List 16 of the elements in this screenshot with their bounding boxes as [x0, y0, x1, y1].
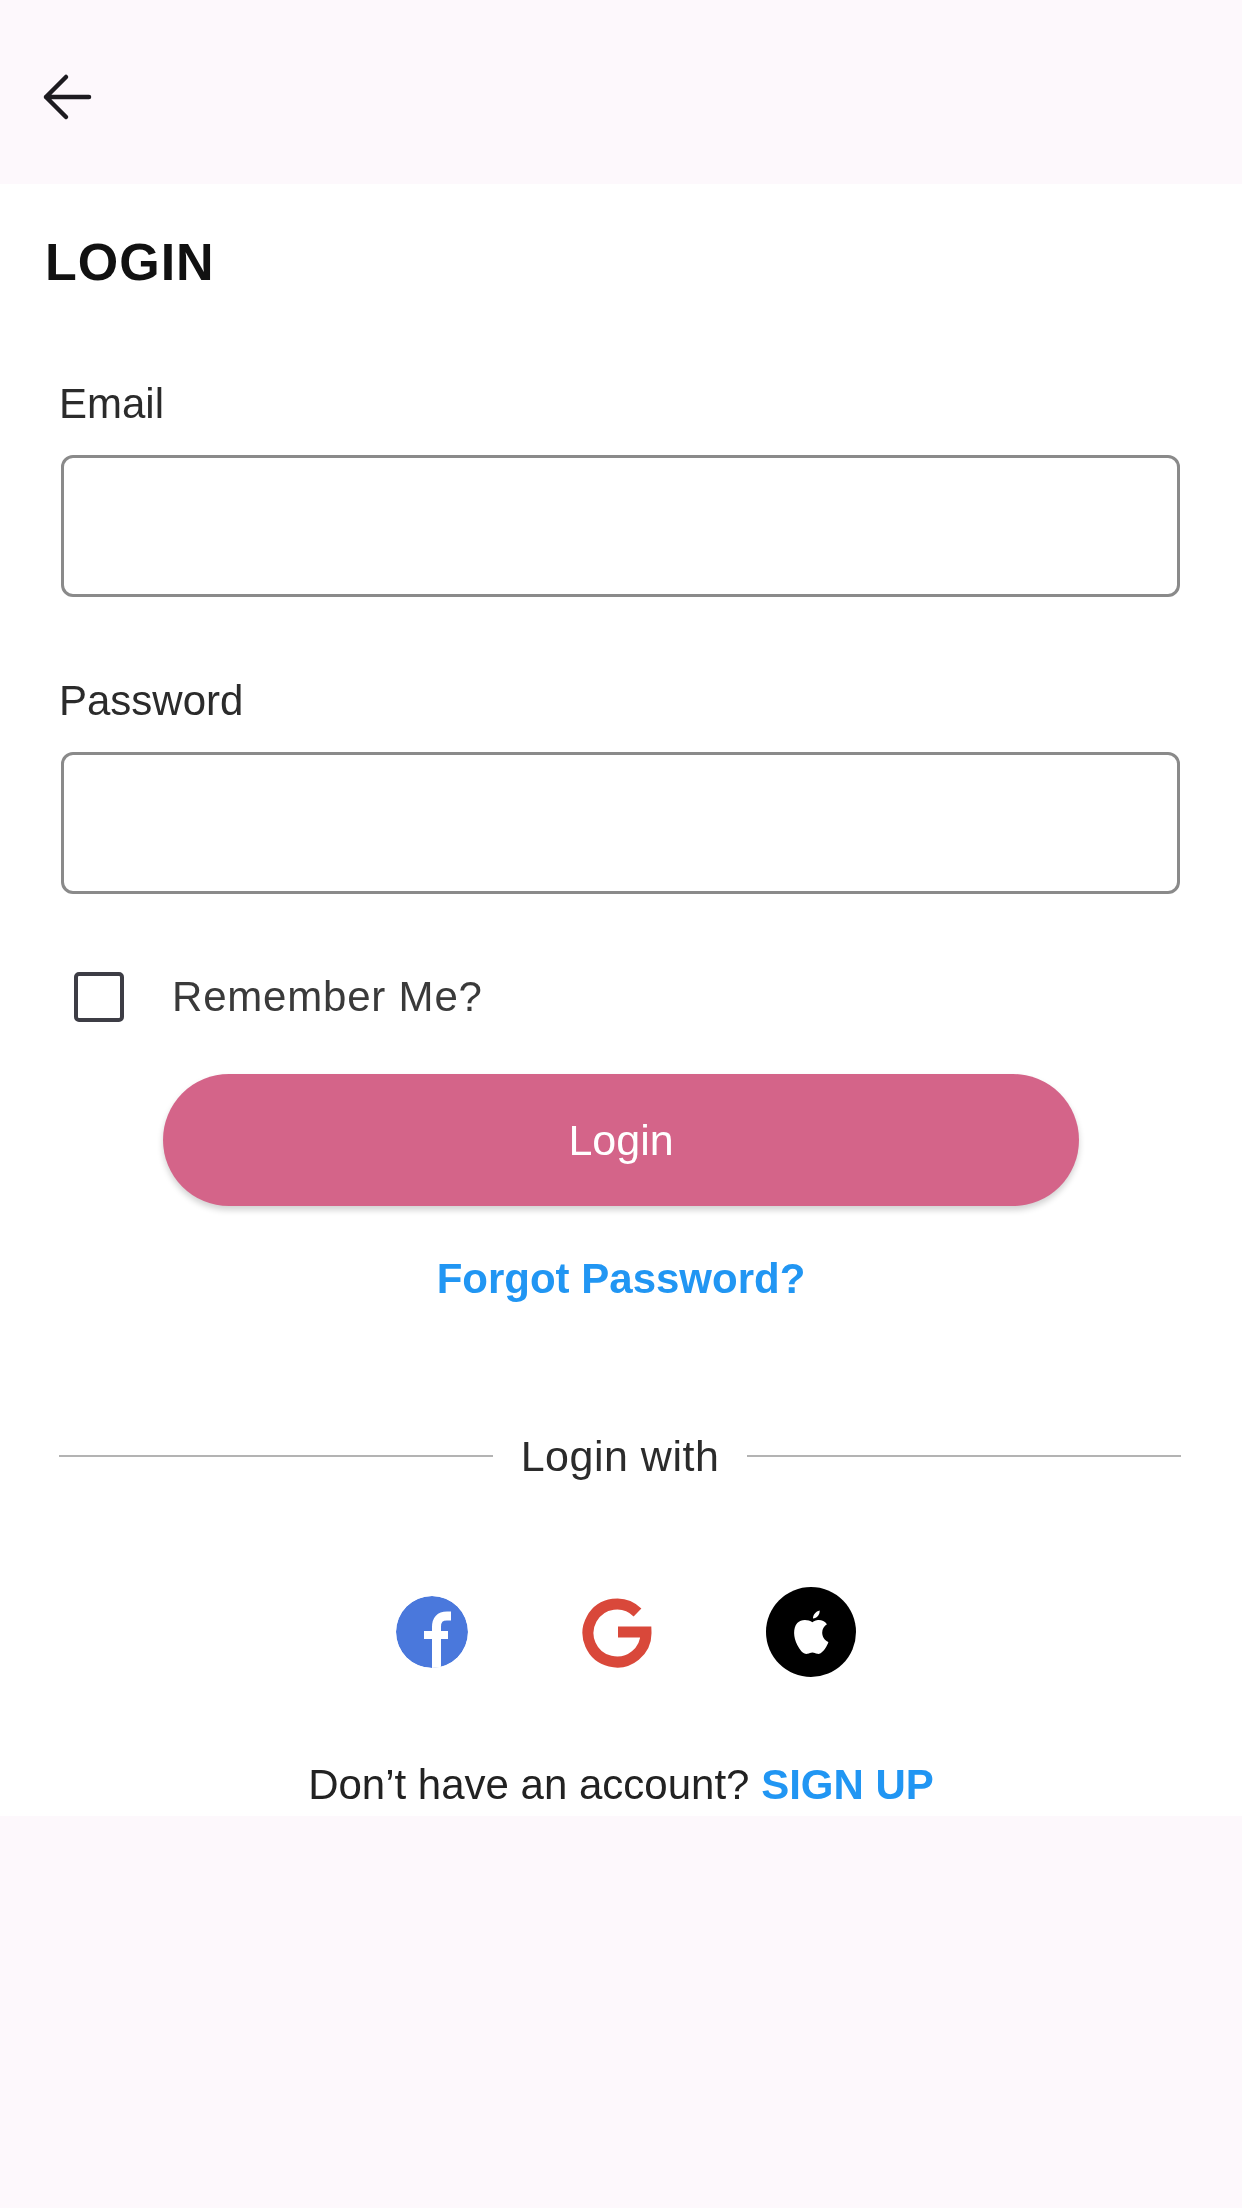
page-title: LOGIN: [45, 232, 215, 292]
field-label: Password: [59, 676, 244, 726]
input-field[interactable]: [61, 455, 1180, 597]
field-label: Email: [59, 379, 165, 429]
checkbox-label: Remember Me?: [172, 972, 483, 1022]
input-field[interactable]: [61, 752, 1180, 894]
signup-prompt: Don’t have an account? SIGN UP: [308, 1760, 934, 1810]
sign-up-link[interactable]: SIGN UP: [761, 1761, 934, 1808]
back-arrow-icon[interactable]: [42, 73, 92, 121]
facebook-icon[interactable]: [396, 1596, 468, 1668]
login-button[interactable]: Login: [163, 1074, 1079, 1206]
google-icon[interactable]: [581, 1596, 653, 1668]
apple-icon[interactable]: [766, 1587, 856, 1677]
checkbox[interactable]: [74, 972, 124, 1022]
divider-label: Login with: [520, 1431, 720, 1481]
forgot-password-link[interactable]: Forgot Password?: [436, 1254, 806, 1304]
